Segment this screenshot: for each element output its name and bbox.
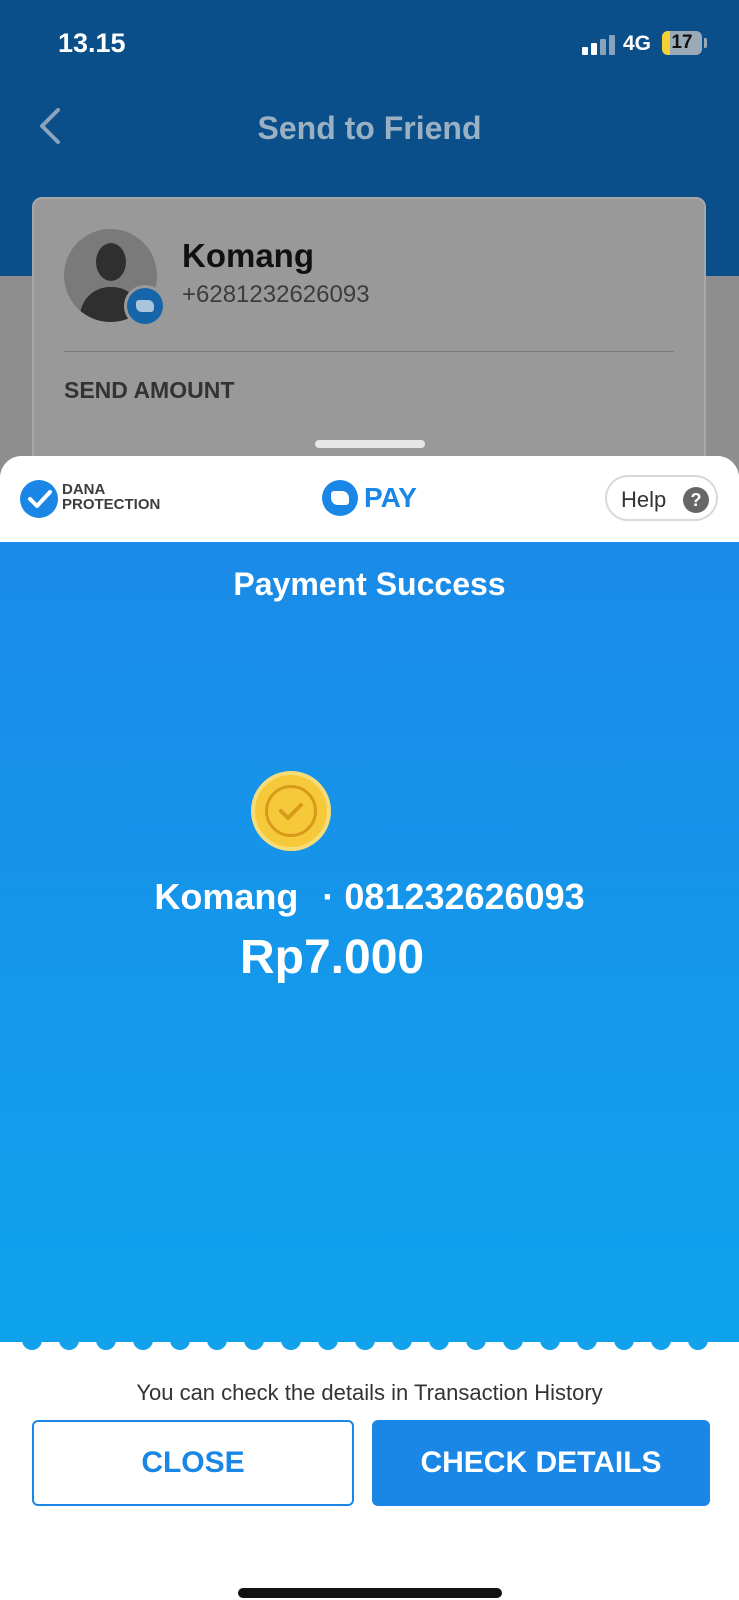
help-label: Help bbox=[621, 487, 667, 512]
question-icon: ? bbox=[683, 487, 709, 513]
send-amount-label: SEND AMOUNT bbox=[64, 377, 235, 403]
battery-icon: 17 bbox=[662, 31, 702, 55]
dana-protection-logo: DANA PROTECTION bbox=[62, 482, 160, 512]
payment-status-title: Payment Success bbox=[233, 566, 506, 602]
scalloped-edge bbox=[0, 1336, 739, 1350]
dana-pay-icon bbox=[322, 480, 358, 516]
contact-name: Komang bbox=[182, 237, 314, 274]
pay-label: PAY bbox=[364, 482, 417, 513]
divider bbox=[64, 351, 674, 352]
dana-badge-icon bbox=[124, 285, 166, 327]
payment-amount: Rp7.000 bbox=[240, 931, 425, 984]
network-type: 4G bbox=[623, 32, 652, 55]
success-coin-icon bbox=[251, 771, 331, 851]
payment-result-sheet: DANA PROTECTION PAY Help ? Payment Succe… bbox=[0, 456, 739, 1600]
recipient-line: Komang · 081232626093 bbox=[0, 876, 739, 918]
sheet-header: DANA PROTECTION PAY Help ? bbox=[0, 456, 739, 542]
recipient-number: 081232626093 bbox=[344, 876, 585, 917]
transaction-history-note: You can check the details in Transaction… bbox=[136, 1380, 603, 1405]
protection-line-2: PROTECTION bbox=[62, 496, 161, 513]
battery-tip bbox=[704, 38, 707, 48]
recipient-name: Komang bbox=[154, 876, 299, 917]
battery-level: 17 bbox=[671, 32, 693, 53]
check-details-button[interactable]: CHECK DETAILS bbox=[372, 1420, 710, 1506]
dana-protection-icon bbox=[20, 480, 58, 518]
protection-line-1: DANA bbox=[62, 481, 106, 498]
home-indicator[interactable] bbox=[238, 1588, 502, 1598]
sheet-drag-handle[interactable] bbox=[315, 440, 425, 448]
success-panel: Payment Success Komang · 081232626093 Rp7.… bbox=[0, 542, 739, 1342]
help-button[interactable]: Help ? bbox=[605, 475, 718, 521]
page-title: Send to Friend bbox=[257, 110, 482, 146]
separator: · bbox=[322, 876, 335, 917]
status-time: 13.15 bbox=[58, 28, 126, 58]
contact-phone: +6281232626093 bbox=[182, 281, 370, 308]
signal-icon bbox=[582, 33, 616, 55]
close-button[interactable]: CLOSE bbox=[32, 1420, 354, 1506]
status-bar: 13.15 4G 17 bbox=[0, 0, 739, 90]
